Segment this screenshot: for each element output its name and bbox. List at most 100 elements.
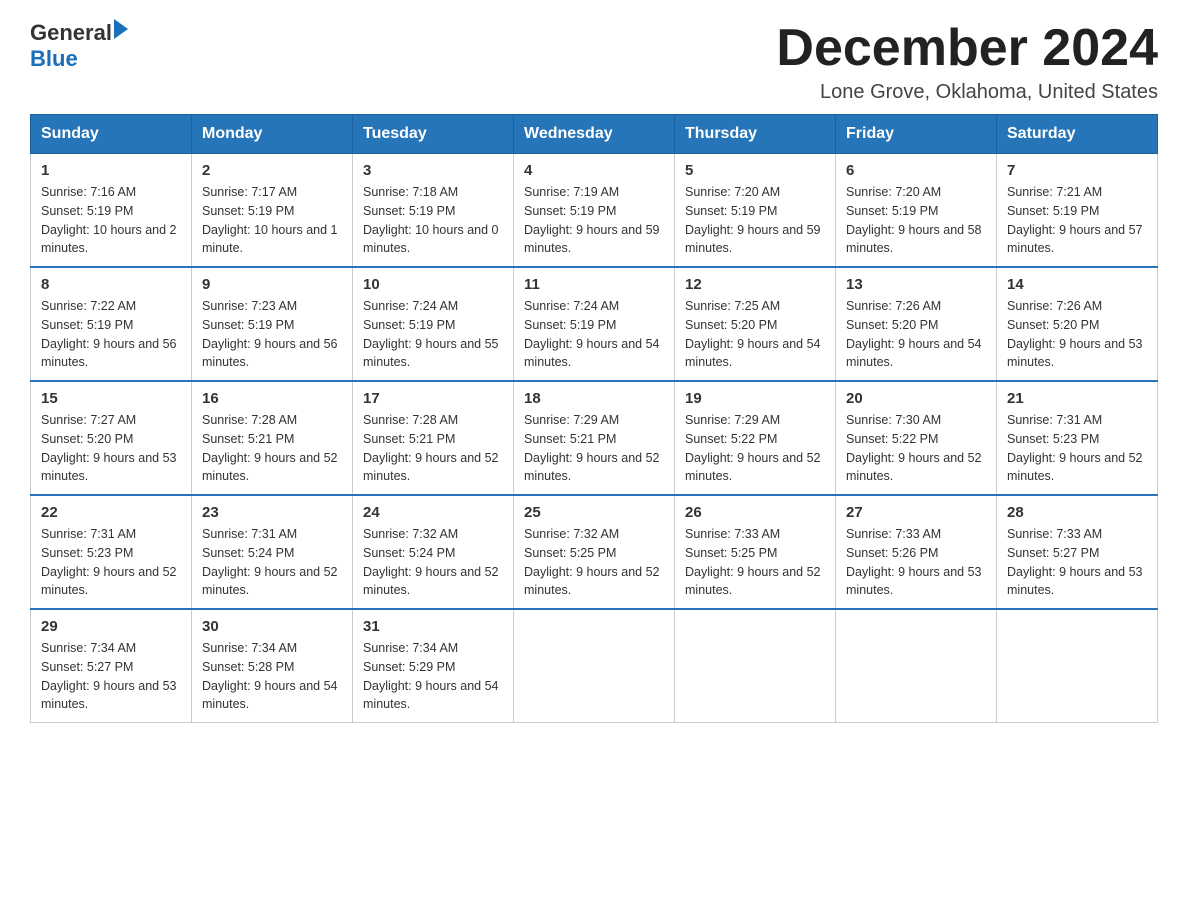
calendar-cell: 14 Sunrise: 7:26 AMSunset: 5:20 PMDaylig…	[997, 267, 1158, 381]
calendar-cell: 6 Sunrise: 7:20 AMSunset: 5:19 PMDayligh…	[836, 154, 997, 268]
day-number: 16	[202, 390, 342, 407]
calendar-cell: 16 Sunrise: 7:28 AMSunset: 5:21 PMDaylig…	[192, 381, 353, 495]
day-number: 21	[1007, 390, 1147, 407]
calendar-week-row: 8 Sunrise: 7:22 AMSunset: 5:19 PMDayligh…	[31, 267, 1158, 381]
day-number: 18	[524, 390, 664, 407]
calendar-week-row: 1 Sunrise: 7:16 AMSunset: 5:19 PMDayligh…	[31, 154, 1158, 268]
day-info: Sunrise: 7:22 AMSunset: 5:19 PMDaylight:…	[41, 299, 177, 369]
calendar-cell: 26 Sunrise: 7:33 AMSunset: 5:25 PMDaylig…	[675, 495, 836, 609]
calendar-cell: 22 Sunrise: 7:31 AMSunset: 5:23 PMDaylig…	[31, 495, 192, 609]
calendar-cell: 23 Sunrise: 7:31 AMSunset: 5:24 PMDaylig…	[192, 495, 353, 609]
day-info: Sunrise: 7:34 AMSunset: 5:28 PMDaylight:…	[202, 641, 338, 711]
day-number: 28	[1007, 504, 1147, 521]
day-number: 1	[41, 162, 181, 179]
calendar-cell: 15 Sunrise: 7:27 AMSunset: 5:20 PMDaylig…	[31, 381, 192, 495]
day-info: Sunrise: 7:17 AMSunset: 5:19 PMDaylight:…	[202, 185, 338, 255]
day-info: Sunrise: 7:30 AMSunset: 5:22 PMDaylight:…	[846, 413, 982, 483]
calendar-cell: 2 Sunrise: 7:17 AMSunset: 5:19 PMDayligh…	[192, 154, 353, 268]
calendar-cell: 27 Sunrise: 7:33 AMSunset: 5:26 PMDaylig…	[836, 495, 997, 609]
day-number: 26	[685, 504, 825, 521]
weekday-header-thursday: Thursday	[675, 115, 836, 154]
month-title: December 2024	[776, 20, 1158, 77]
day-info: Sunrise: 7:28 AMSunset: 5:21 PMDaylight:…	[363, 413, 499, 483]
calendar-week-row: 15 Sunrise: 7:27 AMSunset: 5:20 PMDaylig…	[31, 381, 1158, 495]
calendar-cell: 5 Sunrise: 7:20 AMSunset: 5:19 PMDayligh…	[675, 154, 836, 268]
day-number: 10	[363, 276, 503, 293]
day-number: 31	[363, 618, 503, 635]
day-info: Sunrise: 7:25 AMSunset: 5:20 PMDaylight:…	[685, 299, 821, 369]
day-info: Sunrise: 7:16 AMSunset: 5:19 PMDaylight:…	[41, 185, 177, 255]
calendar-cell: 30 Sunrise: 7:34 AMSunset: 5:28 PMDaylig…	[192, 609, 353, 723]
day-number: 3	[363, 162, 503, 179]
day-number: 22	[41, 504, 181, 521]
calendar-cell: 7 Sunrise: 7:21 AMSunset: 5:19 PMDayligh…	[997, 154, 1158, 268]
calendar-cell: 17 Sunrise: 7:28 AMSunset: 5:21 PMDaylig…	[353, 381, 514, 495]
calendar-cell: 18 Sunrise: 7:29 AMSunset: 5:21 PMDaylig…	[514, 381, 675, 495]
day-info: Sunrise: 7:29 AMSunset: 5:21 PMDaylight:…	[524, 413, 660, 483]
day-number: 27	[846, 504, 986, 521]
day-info: Sunrise: 7:27 AMSunset: 5:20 PMDaylight:…	[41, 413, 177, 483]
day-info: Sunrise: 7:34 AMSunset: 5:27 PMDaylight:…	[41, 641, 177, 711]
calendar-cell: 3 Sunrise: 7:18 AMSunset: 5:19 PMDayligh…	[353, 154, 514, 268]
day-info: Sunrise: 7:20 AMSunset: 5:19 PMDaylight:…	[685, 185, 821, 255]
day-number: 30	[202, 618, 342, 635]
day-number: 12	[685, 276, 825, 293]
calendar-table: SundayMondayTuesdayWednesdayThursdayFrid…	[30, 114, 1158, 723]
day-number: 14	[1007, 276, 1147, 293]
logo-blue: Blue	[30, 46, 78, 71]
day-info: Sunrise: 7:31 AMSunset: 5:23 PMDaylight:…	[41, 527, 177, 597]
logo-general: General	[30, 20, 112, 46]
logo: General Blue	[30, 20, 128, 72]
day-info: Sunrise: 7:24 AMSunset: 5:19 PMDaylight:…	[363, 299, 499, 369]
day-info: Sunrise: 7:33 AMSunset: 5:26 PMDaylight:…	[846, 527, 982, 597]
day-number: 4	[524, 162, 664, 179]
calendar-week-row: 22 Sunrise: 7:31 AMSunset: 5:23 PMDaylig…	[31, 495, 1158, 609]
day-number: 19	[685, 390, 825, 407]
day-number: 23	[202, 504, 342, 521]
day-number: 8	[41, 276, 181, 293]
calendar-cell: 25 Sunrise: 7:32 AMSunset: 5:25 PMDaylig…	[514, 495, 675, 609]
day-number: 9	[202, 276, 342, 293]
day-number: 6	[846, 162, 986, 179]
day-number: 25	[524, 504, 664, 521]
day-info: Sunrise: 7:24 AMSunset: 5:19 PMDaylight:…	[524, 299, 660, 369]
day-info: Sunrise: 7:31 AMSunset: 5:24 PMDaylight:…	[202, 527, 338, 597]
day-number: 20	[846, 390, 986, 407]
calendar-cell	[675, 609, 836, 723]
day-number: 13	[846, 276, 986, 293]
calendar-cell: 10 Sunrise: 7:24 AMSunset: 5:19 PMDaylig…	[353, 267, 514, 381]
day-number: 17	[363, 390, 503, 407]
day-info: Sunrise: 7:26 AMSunset: 5:20 PMDaylight:…	[846, 299, 982, 369]
day-info: Sunrise: 7:31 AMSunset: 5:23 PMDaylight:…	[1007, 413, 1143, 483]
calendar-cell: 24 Sunrise: 7:32 AMSunset: 5:24 PMDaylig…	[353, 495, 514, 609]
day-info: Sunrise: 7:18 AMSunset: 5:19 PMDaylight:…	[363, 185, 499, 255]
calendar-cell: 4 Sunrise: 7:19 AMSunset: 5:19 PMDayligh…	[514, 154, 675, 268]
calendar-cell: 29 Sunrise: 7:34 AMSunset: 5:27 PMDaylig…	[31, 609, 192, 723]
weekday-header-saturday: Saturday	[997, 115, 1158, 154]
calendar-cell	[836, 609, 997, 723]
weekday-header-monday: Monday	[192, 115, 353, 154]
location-title: Lone Grove, Oklahoma, United States	[776, 81, 1158, 104]
weekday-header-sunday: Sunday	[31, 115, 192, 154]
calendar-week-row: 29 Sunrise: 7:34 AMSunset: 5:27 PMDaylig…	[31, 609, 1158, 723]
weekday-header-tuesday: Tuesday	[353, 115, 514, 154]
day-number: 29	[41, 618, 181, 635]
day-number: 15	[41, 390, 181, 407]
day-info: Sunrise: 7:20 AMSunset: 5:19 PMDaylight:…	[846, 185, 982, 255]
day-info: Sunrise: 7:19 AMSunset: 5:19 PMDaylight:…	[524, 185, 660, 255]
calendar-cell: 1 Sunrise: 7:16 AMSunset: 5:19 PMDayligh…	[31, 154, 192, 268]
weekday-header-friday: Friday	[836, 115, 997, 154]
day-number: 7	[1007, 162, 1147, 179]
day-info: Sunrise: 7:21 AMSunset: 5:19 PMDaylight:…	[1007, 185, 1143, 255]
day-info: Sunrise: 7:28 AMSunset: 5:21 PMDaylight:…	[202, 413, 338, 483]
day-info: Sunrise: 7:32 AMSunset: 5:25 PMDaylight:…	[524, 527, 660, 597]
day-number: 2	[202, 162, 342, 179]
day-info: Sunrise: 7:23 AMSunset: 5:19 PMDaylight:…	[202, 299, 338, 369]
day-info: Sunrise: 7:32 AMSunset: 5:24 PMDaylight:…	[363, 527, 499, 597]
calendar-cell: 8 Sunrise: 7:22 AMSunset: 5:19 PMDayligh…	[31, 267, 192, 381]
calendar-cell: 31 Sunrise: 7:34 AMSunset: 5:29 PMDaylig…	[353, 609, 514, 723]
logo-arrow-icon	[114, 19, 128, 39]
calendar-cell: 11 Sunrise: 7:24 AMSunset: 5:19 PMDaylig…	[514, 267, 675, 381]
day-info: Sunrise: 7:29 AMSunset: 5:22 PMDaylight:…	[685, 413, 821, 483]
day-info: Sunrise: 7:33 AMSunset: 5:25 PMDaylight:…	[685, 527, 821, 597]
